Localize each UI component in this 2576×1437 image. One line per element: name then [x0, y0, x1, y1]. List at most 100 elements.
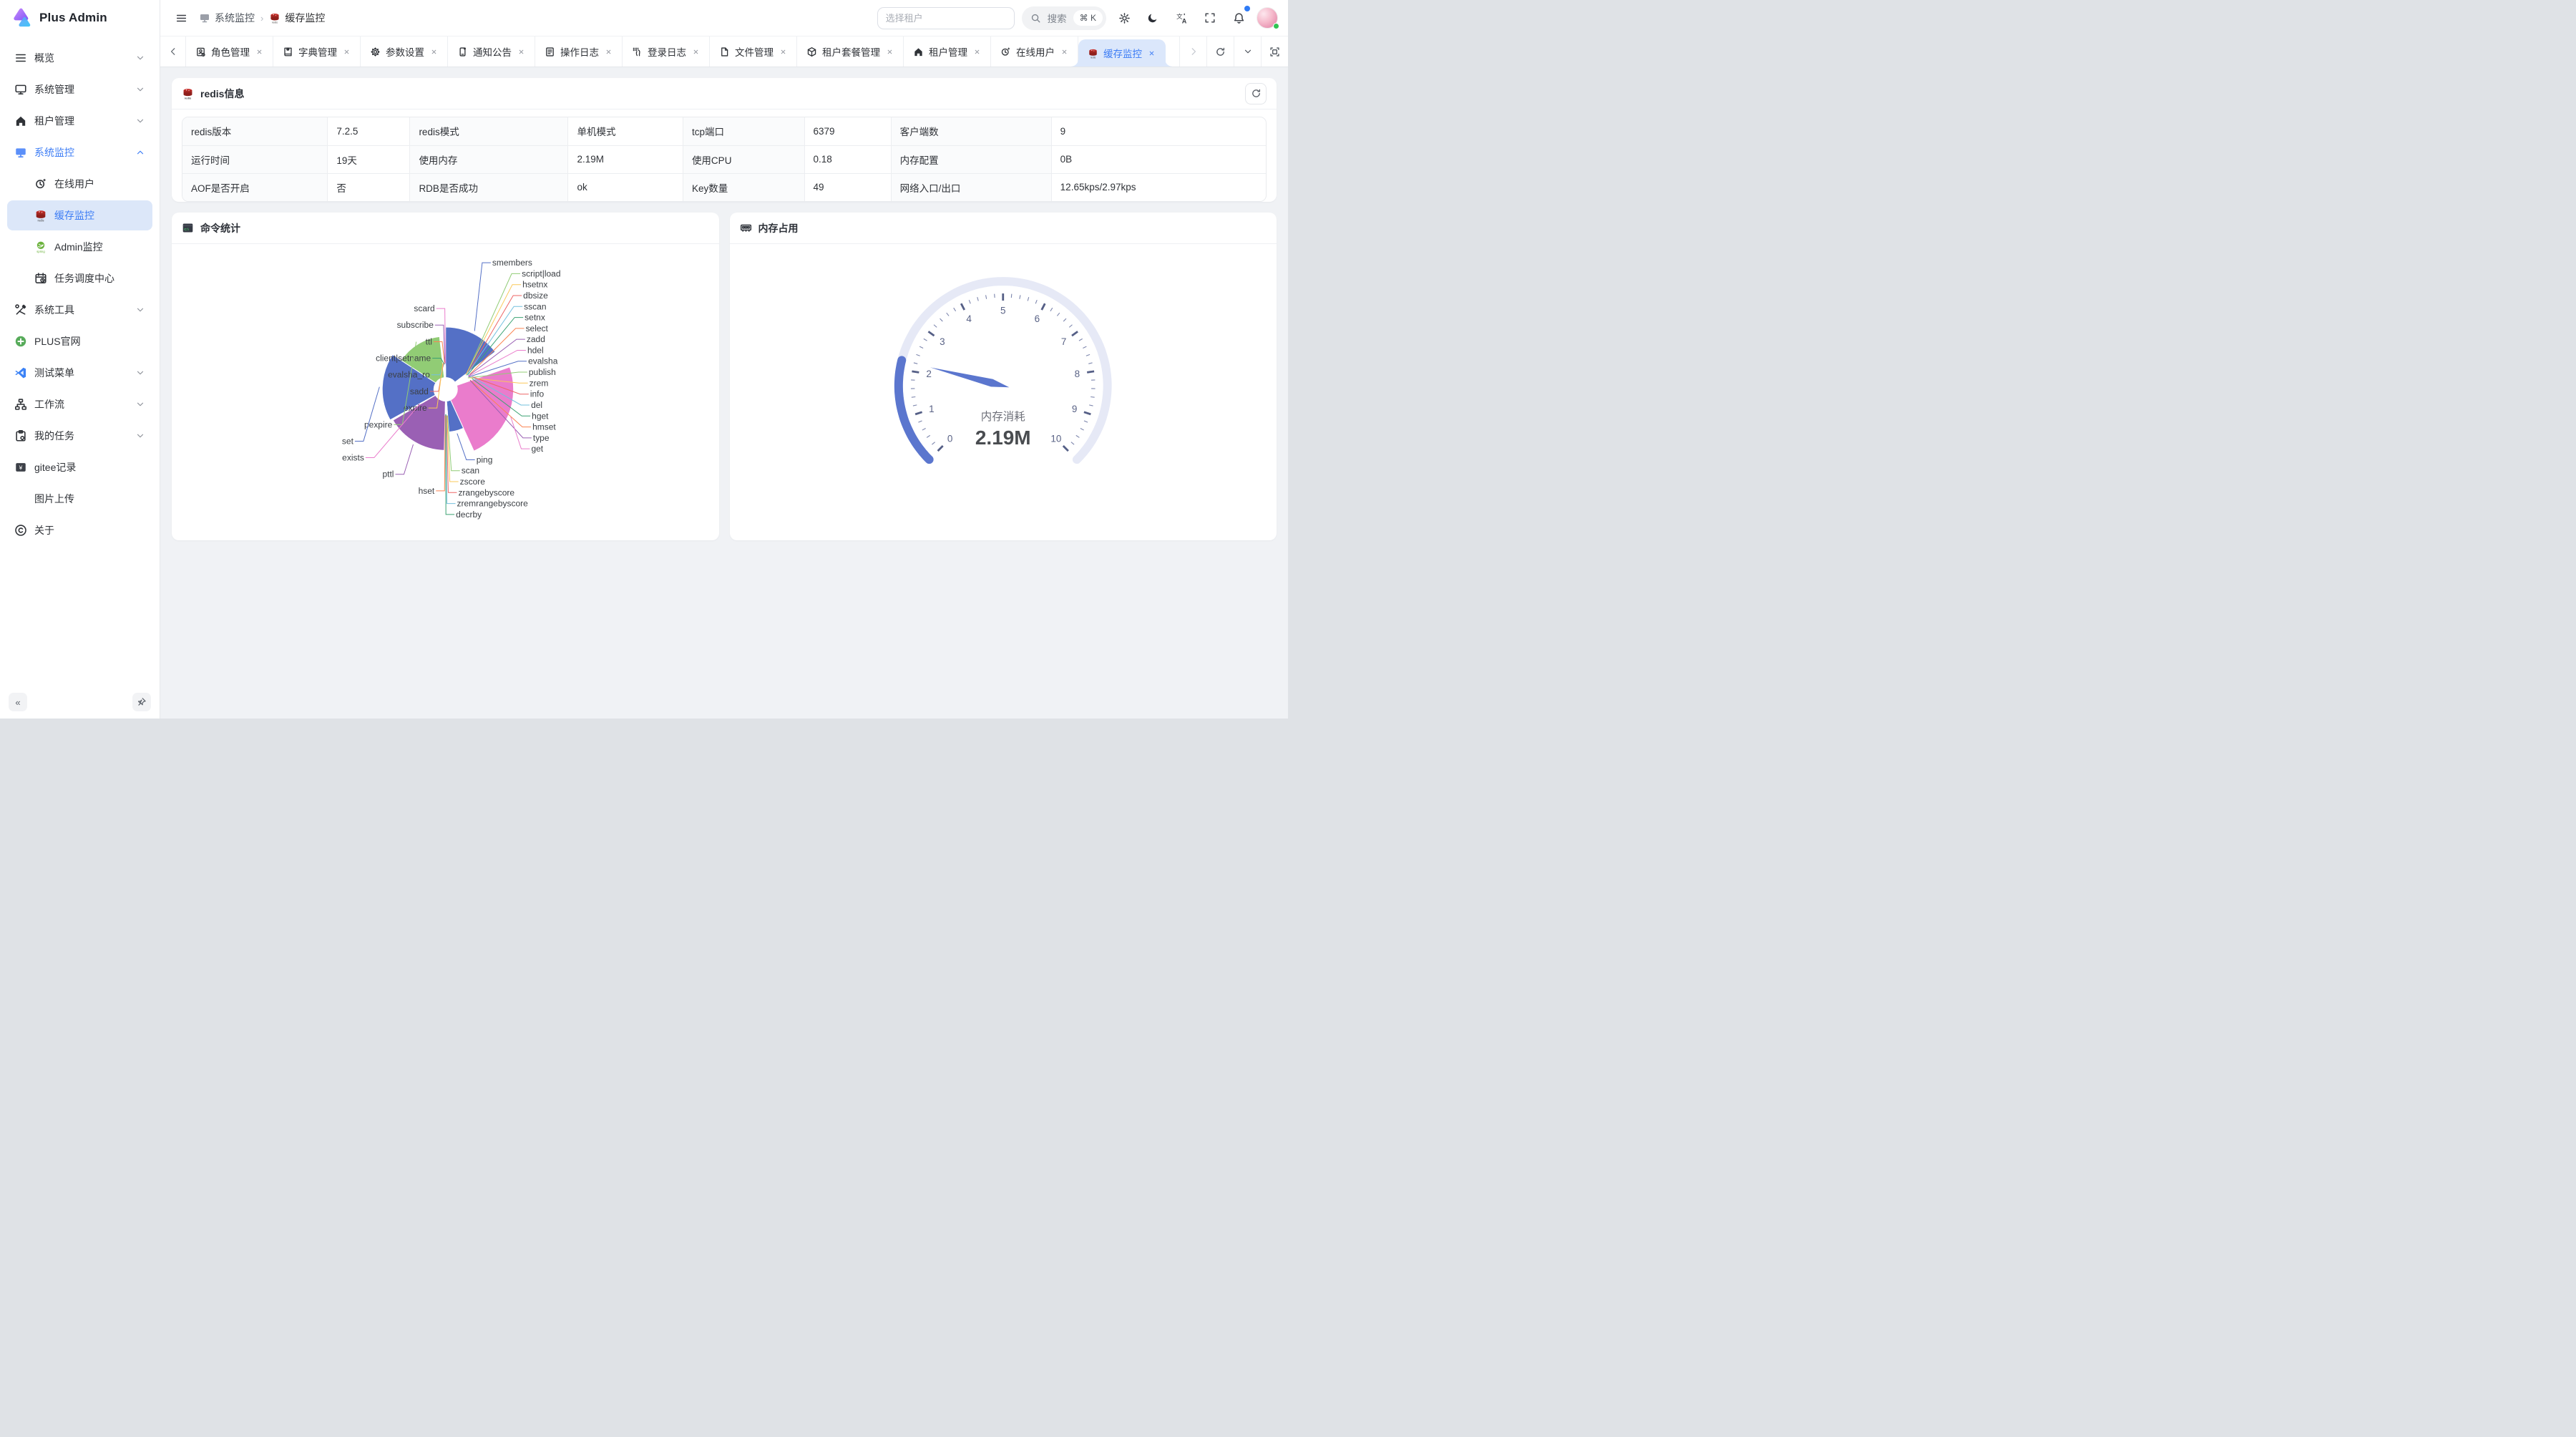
sidebar-item-测试菜单[interactable]: 测试菜单 — [7, 358, 152, 388]
sidebar-item-概览[interactable]: 概览 — [7, 43, 152, 73]
close-icon[interactable] — [343, 48, 351, 56]
table-row: 运行时间19天使用内存2.19M使用CPU0.18内存配置0B — [182, 145, 1266, 173]
sidebar-item-图片上传[interactable]: 图片上传 — [7, 484, 152, 514]
close-icon[interactable] — [605, 48, 613, 56]
info-label: 网络入口/出口 — [891, 173, 1051, 201]
app-title: Plus Admin — [39, 11, 107, 25]
tab-登录日志[interactable]: 登录日志 — [623, 36, 710, 67]
tab-scroll-right-icon[interactable] — [1179, 36, 1206, 67]
svg-text:¥: ¥ — [19, 464, 23, 471]
tab-more-chevron-icon[interactable] — [1234, 36, 1261, 67]
svg-text:5: 5 — [1000, 306, 1006, 316]
tab-操作日志[interactable]: 操作日志 — [535, 36, 623, 67]
info-value: 19天 — [328, 145, 410, 173]
sidebar-item-任务调度中心[interactable]: 任务调度中心 — [7, 263, 152, 293]
tab-label: 文件管理 — [735, 44, 774, 59]
tab-maximize-icon[interactable] — [1261, 36, 1288, 67]
tenant-select-input[interactable] — [877, 7, 1015, 29]
language-translate-icon[interactable]: 文A — [1171, 7, 1192, 29]
sidebar-item-租户管理[interactable]: 租户管理 — [7, 106, 152, 136]
sidebar-item-PLUS官网[interactable]: PLUS官网 — [7, 326, 152, 356]
tab-文件管理[interactable]: 文件管理 — [710, 36, 797, 67]
sidebar-item-Admin监控[interactable]: springAdmin监控 — [7, 232, 152, 262]
sidebar-item-label: 系统工具 — [34, 303, 128, 317]
tab-label: 参数设置 — [386, 44, 424, 59]
refresh-icon[interactable] — [1245, 83, 1267, 104]
info-value: 否 — [328, 173, 410, 201]
tab-角色管理[interactable]: 角色管理 — [186, 36, 273, 67]
close-icon[interactable] — [779, 48, 787, 56]
redis-info-panel: redis redis信息 redis版本7.2.5redis模式单机模式tcp… — [172, 78, 1277, 202]
tools-icon — [14, 303, 27, 316]
tab-在线用户[interactable]: 在线用户 — [991, 36, 1078, 67]
svg-text:zrem: zrem — [530, 378, 549, 388]
sidebar-collapse-button[interactable]: « — [9, 693, 27, 711]
sidebar-item-关于[interactable]: 关于 — [7, 515, 152, 545]
info-label: RDB是否成功 — [410, 173, 568, 201]
user-avatar-wrap[interactable] — [1257, 7, 1278, 29]
sidebar-item-label: 图片上传 — [34, 492, 145, 506]
command-stats-rose-chart[interactable]: smembersscript|loadhsetnxdbsizesscansetn… — [172, 244, 719, 540]
tab-缓存监控[interactable]: redis缓存监控 — [1078, 39, 1166, 67]
info-value: 6379 — [804, 117, 891, 145]
info-value: 2.19M — [568, 145, 683, 173]
sidebar-item-系统监控[interactable]: 系统监控 — [7, 137, 152, 167]
tab-label: 在线用户 — [1016, 44, 1055, 59]
svg-text:C:\: C:\ — [184, 228, 189, 232]
svg-text:redis: redis — [272, 21, 278, 24]
breadcrumb-item-系统监控[interactable]: 系统监控 — [199, 11, 255, 25]
sidebar-item-系统管理[interactable]: 系统管理 — [7, 74, 152, 104]
tab-refresh-icon[interactable] — [1206, 36, 1234, 67]
oplog-icon — [545, 47, 555, 57]
close-icon[interactable] — [692, 48, 700, 56]
close-icon[interactable] — [517, 48, 525, 56]
tab-scroll-left-icon[interactable] — [160, 36, 186, 67]
close-icon[interactable] — [1148, 49, 1156, 57]
tab-通知公告[interactable]: 通知公告 — [448, 36, 535, 67]
brand-row[interactable]: Plus Admin — [0, 0, 160, 36]
tab-label: 角色管理 — [211, 44, 250, 59]
redis-info-table-wrap: redis版本7.2.5redis模式单机模式tcp端口6379客户端数9运行时… — [182, 117, 1267, 202]
close-icon[interactable] — [430, 48, 438, 56]
tab-字典管理[interactable]: 字典管理 — [273, 36, 361, 67]
breadcrumb-item-缓存监控[interactable]: redis缓存监控 — [269, 11, 325, 25]
svg-text:exists: exists — [342, 453, 364, 463]
sidebar-item-系统工具[interactable]: 系统工具 — [7, 295, 152, 325]
memory-gauge-chart[interactable]: 012345678910内存消耗2.19M — [730, 244, 1277, 540]
global-search-button[interactable]: 搜索 ⌘ K — [1022, 6, 1106, 30]
package-icon — [806, 47, 817, 57]
svg-text:pttl: pttl — [382, 469, 394, 479]
svg-text:type: type — [533, 433, 550, 443]
svg-text:2.19M: 2.19M — [975, 427, 1030, 449]
chevron-down-icon — [135, 116, 145, 126]
online-user-icon — [34, 177, 47, 190]
settings-gear-icon[interactable] — [1113, 7, 1135, 29]
close-icon[interactable] — [1060, 48, 1068, 56]
tab-label: 租户管理 — [929, 44, 967, 59]
monitor-blue-icon — [14, 146, 27, 159]
sidebar-item-工作流[interactable]: 工作流 — [7, 389, 152, 419]
sidebar-item-在线用户[interactable]: 在线用户 — [7, 169, 152, 199]
sidebar-item-缓存监控[interactable]: redis缓存监控 — [7, 200, 152, 230]
tab-租户套餐管理[interactable]: 租户套餐管理 — [797, 36, 904, 67]
sidebar-item-gitee记录[interactable]: ¥gitee记录 — [7, 452, 152, 482]
svg-text:sadd: sadd — [410, 386, 429, 396]
app-logo-icon — [11, 7, 33, 29]
hamburger-menu-icon[interactable] — [170, 7, 192, 29]
monitor-icon — [14, 83, 27, 96]
sidebar-item-label: 关于 — [34, 523, 145, 537]
sidebar-pin-button[interactable] — [132, 693, 151, 711]
close-icon[interactable] — [973, 48, 981, 56]
tab-参数设置[interactable]: 参数设置 — [361, 36, 448, 67]
dark-mode-moon-icon[interactable] — [1142, 7, 1163, 29]
sidebar-item-我的任务[interactable]: 我的任务 — [7, 421, 152, 451]
tab-租户管理[interactable]: 租户管理 — [904, 36, 991, 67]
close-icon[interactable] — [255, 48, 263, 56]
tab-controls — [1179, 36, 1288, 67]
tab-label: 租户套餐管理 — [822, 44, 880, 59]
fullscreen-icon[interactable] — [1199, 7, 1221, 29]
close-icon[interactable] — [886, 48, 894, 56]
notification-bell[interactable] — [1228, 7, 1249, 29]
svg-text:sscan: sscan — [524, 301, 546, 311]
sidebar-item-label: 在线用户 — [54, 177, 145, 191]
